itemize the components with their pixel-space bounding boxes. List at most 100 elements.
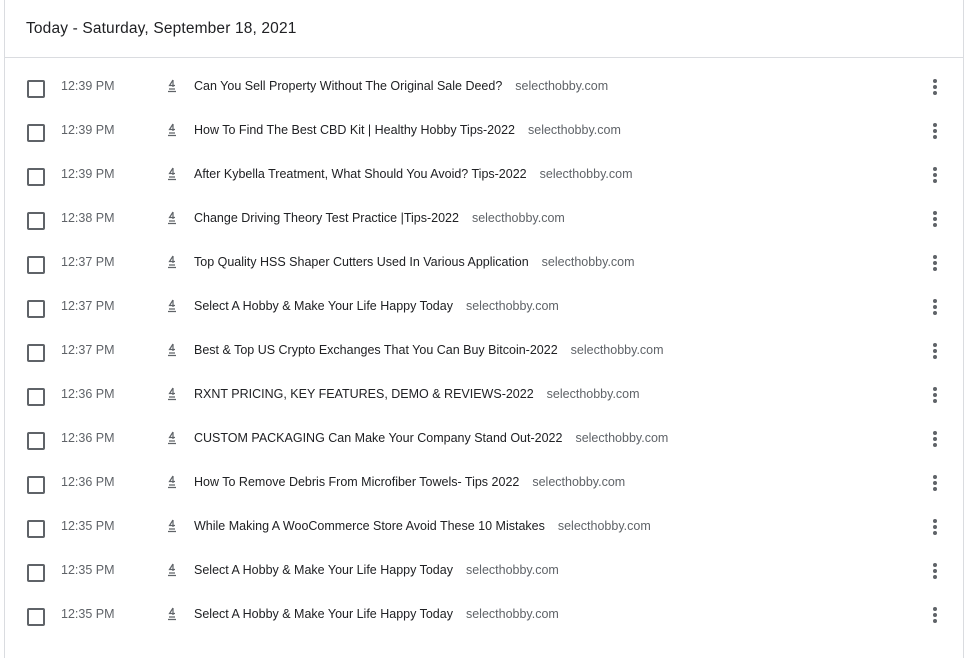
entry-checkbox[interactable] bbox=[27, 344, 45, 362]
entry-link[interactable]: Change Driving Theory Test Practice |Tip… bbox=[194, 211, 565, 225]
entry-domain: selecthobby.com bbox=[575, 431, 669, 445]
entry-checkbox[interactable] bbox=[27, 608, 45, 626]
entry-checkbox[interactable] bbox=[27, 476, 45, 494]
more-vert-icon[interactable] bbox=[923, 558, 947, 584]
entry-time: 12:35 PM bbox=[61, 607, 115, 621]
selecthobby-favicon-icon bbox=[168, 123, 176, 137]
entry-link[interactable]: RXNT PRICING, KEY FEATURES, DEMO & REVIE… bbox=[194, 387, 640, 401]
selecthobby-favicon-icon bbox=[168, 387, 176, 401]
entry-link[interactable]: Top Quality HSS Shaper Cutters Used In V… bbox=[194, 255, 635, 269]
entry-link[interactable]: CUSTOM PACKAGING Can Make Your Company S… bbox=[194, 431, 668, 445]
date-heading: Today - Saturday, September 18, 2021 bbox=[26, 20, 297, 37]
entry-checkbox[interactable] bbox=[27, 256, 45, 274]
entry-time: 12:38 PM bbox=[61, 211, 115, 225]
selecthobby-favicon-icon bbox=[168, 211, 176, 225]
history-entry: 12:36 PM CUSTOM PACKAGING Can Make Your … bbox=[5, 418, 963, 462]
entry-domain: selecthobby.com bbox=[465, 299, 559, 313]
more-vert-icon[interactable] bbox=[923, 514, 947, 540]
entry-checkbox[interactable] bbox=[27, 80, 45, 98]
entry-domain: selecthobby.com bbox=[465, 607, 559, 621]
more-vert-icon[interactable] bbox=[923, 602, 947, 628]
entry-time: 12:36 PM bbox=[61, 475, 115, 489]
history-entry: 12:39 PM How To Find The Best CBD Kit | … bbox=[5, 110, 963, 154]
entry-title[interactable]: Can You Sell Property Without The Origin… bbox=[194, 79, 502, 93]
selecthobby-favicon-icon bbox=[168, 79, 176, 93]
history-list: 12:39 PM Can You Sell Property Without T… bbox=[5, 66, 963, 638]
entry-domain: selecthobby.com bbox=[546, 387, 640, 401]
entry-title[interactable]: How To Remove Debris From Microfiber Tow… bbox=[194, 475, 519, 489]
entry-title[interactable]: Select A Hobby & Make Your Life Happy To… bbox=[194, 563, 453, 577]
entry-time: 12:39 PM bbox=[61, 167, 115, 181]
more-vert-icon[interactable] bbox=[923, 426, 947, 452]
history-entry: 12:37 PM Best & Top US Crypto Exchanges … bbox=[5, 330, 963, 374]
entry-domain: selecthobby.com bbox=[471, 211, 565, 225]
history-entry: 12:35 PM Select A Hobby & Make Your Life… bbox=[5, 594, 963, 638]
entry-title[interactable]: While Making A WooCommerce Store Avoid T… bbox=[194, 519, 545, 533]
history-entry: 12:38 PM Change Driving Theory Test Prac… bbox=[5, 198, 963, 242]
selecthobby-favicon-icon bbox=[168, 343, 176, 357]
entry-title[interactable]: How To Find The Best CBD Kit | Healthy H… bbox=[194, 123, 515, 137]
entry-title[interactable]: Select A Hobby & Make Your Life Happy To… bbox=[194, 299, 453, 313]
entry-title[interactable]: Best & Top US Crypto Exchanges That You … bbox=[194, 343, 558, 357]
entry-time: 12:36 PM bbox=[61, 387, 115, 401]
entry-link[interactable]: How To Find The Best CBD Kit | Healthy H… bbox=[194, 123, 621, 137]
selecthobby-favicon-icon bbox=[168, 255, 176, 269]
history-entry: 12:35 PM While Making A WooCommerce Stor… bbox=[5, 506, 963, 550]
selecthobby-favicon-icon bbox=[168, 607, 176, 621]
entry-link[interactable]: While Making A WooCommerce Store Avoid T… bbox=[194, 519, 651, 533]
history-entry: 12:36 PM How To Remove Debris From Micro… bbox=[5, 462, 963, 506]
entry-checkbox[interactable] bbox=[27, 520, 45, 538]
entry-link[interactable]: After Kybella Treatment, What Should You… bbox=[194, 167, 633, 181]
selecthobby-favicon-icon bbox=[168, 299, 176, 313]
entry-checkbox[interactable] bbox=[27, 432, 45, 450]
entry-title[interactable]: Top Quality HSS Shaper Cutters Used In V… bbox=[194, 255, 529, 269]
entry-link[interactable]: Select A Hobby & Make Your Life Happy To… bbox=[194, 607, 559, 621]
entry-time: 12:36 PM bbox=[61, 431, 115, 445]
entry-time: 12:37 PM bbox=[61, 343, 115, 357]
entry-domain: selecthobby.com bbox=[570, 343, 664, 357]
entry-domain: selecthobby.com bbox=[532, 475, 626, 489]
card-header: Today - Saturday, September 18, 2021 bbox=[5, 0, 963, 58]
entry-title[interactable]: Change Driving Theory Test Practice |Tip… bbox=[194, 211, 459, 225]
selecthobby-favicon-icon bbox=[168, 519, 176, 533]
selecthobby-favicon-icon bbox=[168, 431, 176, 445]
entry-domain: selecthobby.com bbox=[465, 563, 559, 577]
entry-domain: selecthobby.com bbox=[515, 79, 609, 93]
more-vert-icon[interactable] bbox=[923, 250, 947, 276]
entry-checkbox[interactable] bbox=[27, 124, 45, 142]
entry-checkbox[interactable] bbox=[27, 168, 45, 186]
more-vert-icon[interactable] bbox=[923, 470, 947, 496]
entry-link[interactable]: Best & Top US Crypto Exchanges That You … bbox=[194, 343, 664, 357]
entry-time: 12:39 PM bbox=[61, 123, 115, 137]
more-vert-icon[interactable] bbox=[923, 206, 947, 232]
entry-link[interactable]: Select A Hobby & Make Your Life Happy To… bbox=[194, 299, 559, 313]
entry-domain: selecthobby.com bbox=[541, 255, 635, 269]
entry-checkbox[interactable] bbox=[27, 564, 45, 582]
more-vert-icon[interactable] bbox=[923, 338, 947, 364]
history-entry: 12:37 PM Top Quality HSS Shaper Cutters … bbox=[5, 242, 963, 286]
entry-checkbox[interactable] bbox=[27, 212, 45, 230]
entry-time: 12:39 PM bbox=[61, 79, 115, 93]
entry-checkbox[interactable] bbox=[27, 388, 45, 406]
entry-link[interactable]: Can You Sell Property Without The Origin… bbox=[194, 79, 608, 93]
entry-title[interactable]: CUSTOM PACKAGING Can Make Your Company S… bbox=[194, 431, 562, 445]
entry-link[interactable]: How To Remove Debris From Microfiber Tow… bbox=[194, 475, 625, 489]
history-entry: 12:39 PM After Kybella Treatment, What S… bbox=[5, 154, 963, 198]
more-vert-icon[interactable] bbox=[923, 162, 947, 188]
entry-title[interactable]: After Kybella Treatment, What Should You… bbox=[194, 167, 527, 181]
entry-link[interactable]: Select A Hobby & Make Your Life Happy To… bbox=[194, 563, 559, 577]
history-entry: 12:39 PM Can You Sell Property Without T… bbox=[5, 66, 963, 110]
entry-domain: selecthobby.com bbox=[539, 167, 633, 181]
entry-title[interactable]: Select A Hobby & Make Your Life Happy To… bbox=[194, 607, 453, 621]
more-vert-icon[interactable] bbox=[923, 118, 947, 144]
entry-time: 12:35 PM bbox=[61, 519, 115, 533]
more-vert-icon[interactable] bbox=[923, 74, 947, 100]
entry-checkbox[interactable] bbox=[27, 300, 45, 318]
entry-title[interactable]: RXNT PRICING, KEY FEATURES, DEMO & REVIE… bbox=[194, 387, 534, 401]
history-entry: 12:37 PM Select A Hobby & Make Your Life… bbox=[5, 286, 963, 330]
entry-time: 12:35 PM bbox=[61, 563, 115, 577]
history-card: Today - Saturday, September 18, 2021 12:… bbox=[4, 0, 964, 658]
entry-domain: selecthobby.com bbox=[557, 519, 651, 533]
more-vert-icon[interactable] bbox=[923, 294, 947, 320]
more-vert-icon[interactable] bbox=[923, 382, 947, 408]
